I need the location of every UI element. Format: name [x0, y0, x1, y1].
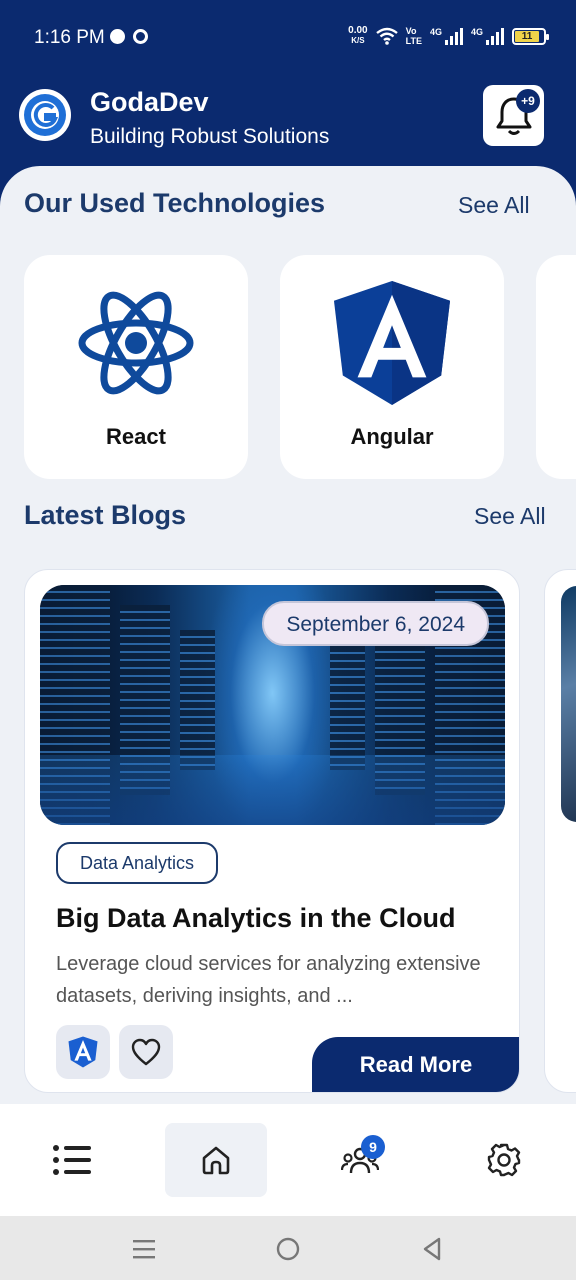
- volte-bottom: LTE: [405, 36, 422, 46]
- blog-excerpt: Leverage cloud services for analyzing ex…: [56, 953, 481, 1007]
- signal-icon-sim1: 4G: [430, 27, 463, 45]
- recents-button[interactable]: [129, 1234, 159, 1264]
- bottom-navigation: 9: [0, 1104, 576, 1216]
- home-system-button[interactable]: [273, 1234, 303, 1264]
- wifi-icon: [375, 27, 398, 45]
- tech-card-react[interactable]: React: [24, 255, 248, 479]
- tech-label: Angular: [350, 424, 434, 449]
- app-name: GodaDev: [90, 87, 209, 117]
- blog-cover-image: [561, 586, 576, 822]
- app-header: GodaDev Building Robust Solutions +9: [0, 76, 576, 176]
- heart-icon: [131, 1038, 161, 1066]
- battery-icon: 11: [512, 27, 549, 45]
- notification-badge: +9: [516, 89, 540, 113]
- angular-icon: [332, 281, 452, 405]
- blog-cover-image: September 6, 2024: [40, 585, 505, 825]
- server-rack: [180, 630, 215, 770]
- net-speed: 0.00 K/S: [348, 26, 367, 46]
- blog-tech-tag[interactable]: [56, 1025, 110, 1079]
- blog-category-chip[interactable]: Data Analytics: [56, 842, 219, 884]
- blogs-see-all-link[interactable]: See All: [474, 503, 546, 530]
- nav-item-team[interactable]: 9: [309, 1123, 411, 1197]
- net-speed-value: 0.00: [348, 25, 368, 36]
- signal1-label: 4G: [429, 27, 442, 37]
- signal2-label: 4G: [470, 27, 483, 37]
- back-triangle-icon: [423, 1237, 441, 1261]
- angular-icon: [68, 1036, 98, 1068]
- main-content: Our Used Technologies See All React Angu…: [0, 166, 576, 1104]
- volte-top: Vo: [405, 26, 417, 36]
- system-navigation-bar: [0, 1216, 576, 1280]
- chat-notification-icon: [110, 29, 125, 44]
- read-more-button[interactable]: Read More: [312, 1037, 519, 1092]
- net-speed-unit: K/S: [351, 36, 365, 45]
- app-logo: [19, 89, 71, 141]
- technologies-see-all-link[interactable]: See All: [458, 192, 530, 219]
- blog-title: Big Data Analytics in the Cloud: [56, 903, 456, 933]
- server-room-floor: [40, 755, 505, 825]
- recents-icon: [133, 1240, 155, 1259]
- status-bar: 1:16 PM 0.00 K/S Vo LTE 4G 4G 11: [0, 0, 576, 76]
- volte-indicator: Vo LTE: [406, 26, 422, 46]
- logo-icon: [24, 94, 66, 136]
- gear-icon: [487, 1143, 521, 1177]
- blog-card-partial[interactable]: [544, 569, 576, 1093]
- circle-home-icon: [276, 1237, 300, 1261]
- nav-item-list[interactable]: [21, 1123, 123, 1197]
- battery-level: 11: [515, 30, 539, 42]
- tech-card-partial[interactable]: [536, 255, 576, 479]
- favorite-button[interactable]: [119, 1025, 173, 1079]
- status-notification-icons: [110, 29, 148, 44]
- app-notification-icon: [133, 29, 148, 44]
- nav-item-settings[interactable]: [453, 1123, 555, 1197]
- tech-label: React: [106, 424, 166, 449]
- blog-card[interactable]: September 6, 2024 Data Analytics Big Dat…: [24, 569, 520, 1093]
- app-tagline: Building Robust Solutions: [90, 125, 330, 148]
- blog-date: September 6, 2024: [262, 601, 489, 646]
- list-icon: [53, 1145, 91, 1175]
- nav-item-home[interactable]: [165, 1123, 267, 1197]
- notifications-button[interactable]: +9: [483, 85, 544, 146]
- blogs-title: Latest Blogs: [24, 500, 187, 530]
- react-icon: [76, 283, 196, 403]
- status-indicators: 0.00 K/S Vo LTE 4G 4G 11: [348, 26, 549, 46]
- signal-icon-sim2: 4G: [471, 27, 504, 45]
- tech-card-angular[interactable]: Angular: [280, 255, 504, 479]
- server-rack: [330, 630, 365, 770]
- home-icon: [202, 1146, 230, 1175]
- technologies-title: Our Used Technologies: [24, 188, 326, 218]
- back-button[interactable]: [417, 1234, 447, 1264]
- status-time: 1:16 PM: [34, 27, 105, 48]
- team-badge: 9: [361, 1135, 385, 1159]
